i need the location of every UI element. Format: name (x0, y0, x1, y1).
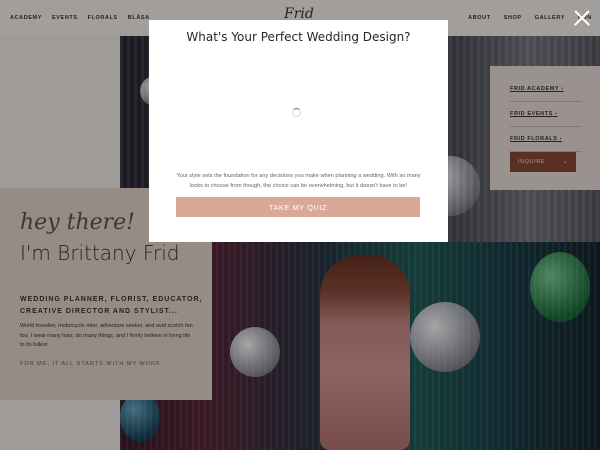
modal-description: Your style sets the foundation for any d… (176, 173, 421, 189)
close-icon[interactable] (570, 6, 594, 30)
take-quiz-button[interactable]: TAKE MY QUIZ (176, 197, 420, 217)
loading-spinner-icon (292, 108, 301, 117)
modal-title: What's Your Perfect Wedding Design? (186, 30, 411, 44)
quiz-modal: What's Your Perfect Wedding Design? Your… (149, 20, 448, 242)
